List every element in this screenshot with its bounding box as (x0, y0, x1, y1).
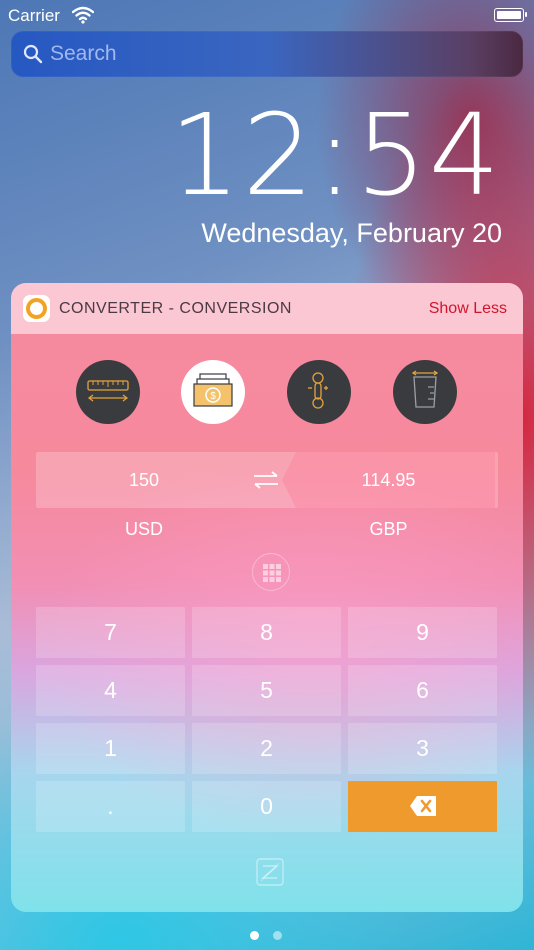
page-dot (273, 931, 282, 940)
key-8[interactable]: 8 (192, 607, 341, 658)
carrier-label: Carrier (8, 6, 60, 25)
page-dot-active (250, 931, 259, 940)
widget-header: CONVERTER - CONVERSION Show Less (11, 283, 523, 334)
lock-screen-time: 12:54 (169, 91, 502, 221)
thermometer-icon (308, 372, 328, 409)
grid-icon (263, 564, 281, 582)
backspace-button[interactable] (348, 781, 497, 832)
app-logo-icon (256, 858, 284, 886)
keypad-toggle-button[interactable] (252, 553, 290, 591)
svg-text:$: $ (210, 391, 216, 402)
from-unit-label[interactable]: USD (36, 519, 252, 540)
key-0[interactable]: 0 (192, 781, 341, 832)
battery-icon (494, 8, 527, 22)
from-value[interactable]: 150 (36, 470, 252, 491)
key-5[interactable]: 5 (192, 665, 341, 716)
key-6[interactable]: 6 (348, 665, 497, 716)
to-unit-label[interactable]: GBP (282, 519, 495, 540)
beaker-icon (411, 370, 439, 408)
key-decimal[interactable]: . (36, 781, 185, 832)
search-icon (23, 44, 43, 64)
ruler-icon (87, 380, 129, 402)
app-icon (23, 295, 50, 322)
backspace-icon (410, 796, 436, 816)
category-volume-button[interactable] (393, 360, 457, 424)
widget-title: CONVERTER - CONVERSION (59, 300, 292, 317)
wifi-icon (72, 6, 94, 24)
search-bar[interactable]: Search (11, 31, 523, 77)
category-length-button[interactable] (76, 360, 140, 424)
money-icon: $ (193, 373, 233, 407)
key-1[interactable]: 1 (36, 723, 185, 774)
category-currency-button[interactable]: $ (181, 360, 245, 424)
category-temperature-button[interactable] (287, 360, 351, 424)
conversion-panel: 150 114.95 (36, 452, 498, 508)
status-bar: Carrier (0, 0, 534, 32)
search-placeholder: Search (50, 42, 117, 65)
converter-widget: CONVERTER - CONVERSION Show Less $ 150 1… (11, 283, 523, 912)
to-value[interactable]: 114.95 (282, 470, 495, 491)
key-3[interactable]: 3 (348, 723, 497, 774)
key-7[interactable]: 7 (36, 607, 185, 658)
lock-screen-date: Wednesday, February 20 (201, 218, 502, 248)
swap-icon[interactable] (251, 469, 281, 491)
show-less-button[interactable]: Show Less (429, 300, 507, 318)
key-2[interactable]: 2 (192, 723, 341, 774)
key-4[interactable]: 4 (36, 665, 185, 716)
key-9[interactable]: 9 (348, 607, 497, 658)
